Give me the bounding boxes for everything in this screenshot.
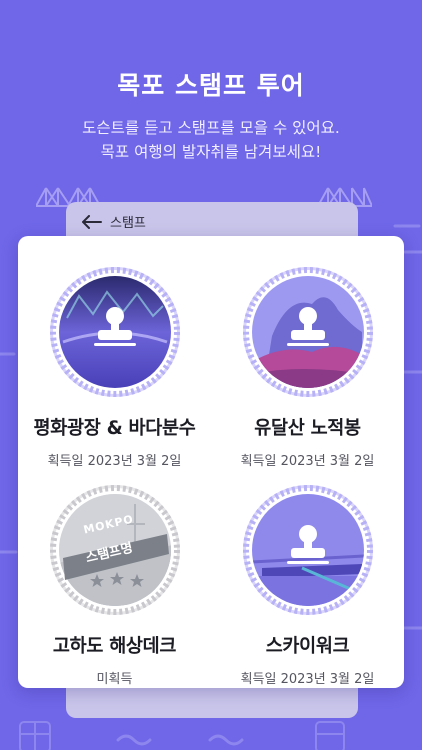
stamp-seal (49, 266, 181, 398)
stamp-name: 고하도 해상데크 (52, 636, 177, 657)
stamp-icon (93, 307, 136, 346)
stamp-status: 획득일 2023년 3월 2일 (240, 454, 375, 469)
preview-screen-title: 스탬프 (110, 216, 146, 231)
stamp-icon (286, 525, 329, 564)
stamp-seal (242, 266, 374, 398)
subtitle-line-1: 도슨트를 듣고 스탬프를 모을 수 있어요. (82, 119, 340, 137)
stamp-name: 평화광장 & 바다분수 (33, 418, 196, 439)
stamp-status: 획득일 2023년 3월 2일 (47, 454, 182, 469)
subtitle-line-2: 목포 여행의 발자취를 남겨보세요! (100, 143, 322, 161)
stamp-icon (286, 307, 329, 346)
preview-screen-header: 스탬프 (82, 212, 146, 231)
page-subtitle: 도슨트를 듣고 스탬프를 모을 수 있어요. 목포 여행의 발자취를 남겨보세요… (0, 116, 422, 164)
arrow-left-icon[interactable] (82, 214, 102, 229)
page-title: 목포 스탬프 투어 (117, 71, 305, 100)
stamp-name: 스카이워크 (265, 636, 350, 657)
stamp-item-gohado[interactable]: MOKPO 스탬프명 고하도 해상데크 미획득 (18, 484, 211, 687)
stamp-item-peace-square[interactable]: 평화광장 & 바다분수 획득일 2023년 3월 2일 (18, 266, 211, 469)
stamp-item-yudalsan[interactable]: 유달산 노적봉 획득일 2023년 3월 2일 (211, 266, 404, 469)
stamp-collection-card: 평화광장 & 바다분수 획득일 2023년 3월 2일 유달산 노적봉 획득일 … (18, 236, 404, 688)
star-icon (89, 572, 144, 587)
stamp-name: 유달산 노적봉 (254, 418, 361, 439)
stamp-status: 획득일 2023년 3월 2일 (240, 672, 375, 687)
stamp-status: 미획득 (96, 672, 133, 687)
stamp-item-skywalk[interactable]: 스카이워크 획득일 2023년 3월 2일 (211, 484, 404, 687)
stamp-seal: MOKPO 스탬프명 (49, 484, 181, 616)
stamp-seal (242, 484, 374, 616)
